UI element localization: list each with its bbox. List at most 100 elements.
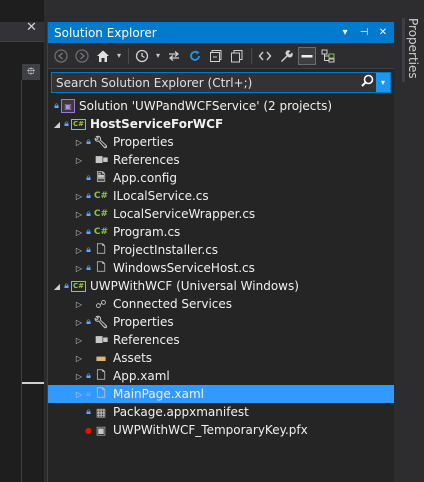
csharp-project-icon: C# — [71, 280, 86, 292]
expand-chevron-icon[interactable]: ▷ — [74, 228, 84, 237]
tree-item-ilocalservice[interactable]: ▷ 🔒︎ C# ILocalService.cs — [48, 187, 394, 205]
tree-item-properties[interactable]: ▷ 🔒︎ 🔧︎ Properties — [48, 313, 394, 331]
expand-chevron-icon[interactable]: ▷ — [74, 300, 84, 309]
expand-chevron-icon[interactable]: ▷ — [74, 156, 84, 165]
window-position-dropdown-icon[interactable]: ▾ — [337, 27, 353, 38]
folder-icon: ▬ — [95, 351, 107, 365]
item-label: ILocalService.cs — [113, 189, 209, 203]
lock-icon: 🔒︎ — [86, 371, 91, 381]
expand-chevron-icon[interactable]: ▷ — [74, 318, 84, 327]
search-icon[interactable] — [358, 74, 376, 91]
lock-icon: 🔒︎ — [86, 173, 91, 183]
certificate-file-icon: ▣ — [95, 423, 107, 437]
auto-hide-pin-icon[interactable]: ⊣ — [356, 27, 372, 38]
csharp-project-icon: C# — [71, 118, 86, 130]
close-panel-icon[interactable]: ✕ — [375, 27, 391, 38]
tree-item-project-uwpwithwcf[interactable]: ◢ 🔒︎ C# UWPWithWCF (Universal Windows) — [48, 277, 394, 295]
expand-chevron-icon[interactable]: ▷ — [74, 390, 84, 399]
toolbar-separator — [251, 47, 252, 64]
copy-icon[interactable] — [228, 47, 246, 65]
item-label: References — [113, 153, 180, 167]
tree-item-projectinstaller[interactable]: ▷ 🔒︎ 🗋 ProjectInstaller.cs — [48, 241, 394, 259]
expand-chevron-icon[interactable]: ▷ — [74, 210, 84, 219]
panel-title: Solution Explorer — [54, 25, 157, 40]
editor-close-icon[interactable]: ✕ — [26, 20, 37, 35]
tree-item-windowsservicehost[interactable]: ▷ 🔒︎ 🗋 WindowsServiceHost.cs — [48, 259, 394, 277]
forward-icon[interactable] — [73, 47, 91, 65]
search-options-dropdown[interactable]: ▾ — [376, 73, 390, 92]
wrench-icon: 🔧︎ — [93, 315, 109, 329]
editor-scroll-marker — [22, 382, 44, 384]
lock-icon: 🔒︎ — [86, 137, 91, 147]
item-label: Properties — [113, 135, 174, 149]
back-icon[interactable] — [52, 47, 70, 65]
lock-icon: 🔒︎ — [86, 263, 91, 273]
component-file-icon: 🗋 — [96, 242, 106, 256]
properties-side-tab[interactable]: Properties — [402, 18, 420, 82]
expand-chevron-icon[interactable]: ▷ — [74, 264, 84, 273]
class-view-icon[interactable] — [319, 47, 337, 65]
tree-item-references[interactable]: ▷ ■▪ References — [48, 151, 394, 169]
expand-chevron-icon[interactable]: ▷ — [74, 138, 84, 147]
item-label: App.xaml — [113, 369, 170, 383]
lock-icon: 🔒︎ — [54, 101, 59, 111]
tree-item-mainpage-xaml[interactable]: ▷ 🔒︎ 🗋 MainPage.xaml — [48, 385, 394, 403]
lock-icon: 🔒︎ — [86, 191, 91, 201]
expand-chevron-icon[interactable]: ▷ — [74, 354, 84, 363]
item-label: Assets — [113, 351, 153, 365]
properties-wrench-icon[interactable] — [277, 47, 295, 65]
csharp-file-icon: C# — [93, 209, 109, 219]
csharp-file-icon: C# — [93, 227, 109, 237]
project-label: HostServiceForWCF — [90, 117, 224, 131]
item-label: Package.appxmanifest — [113, 405, 249, 419]
tree-item-project-hostservice[interactable]: ◢ 🔒︎ C# HostServiceForWCF — [48, 115, 394, 133]
tree-item-temporary-key[interactable]: ● ▣ UWPWithWCF_TemporaryKey.pfx — [48, 421, 394, 439]
editor-dropdown[interactable] — [0, 22, 44, 42]
expand-chevron-icon[interactable]: ▷ — [74, 246, 84, 255]
item-label: Connected Services — [113, 297, 233, 311]
tree-item-assets[interactable]: ▷ ▬ Assets — [48, 349, 394, 367]
references-icon: ■▪ — [94, 335, 109, 345]
expand-chevron-icon[interactable]: ▷ — [74, 192, 84, 201]
tree-item-connected-services[interactable]: ▷ ☍ Connected Services — [48, 295, 394, 313]
tree-item-localservicewrapper[interactable]: ▷ 🔒︎ C# LocalServiceWrapper.cs — [48, 205, 394, 223]
wrench-icon: 🔧︎ — [93, 135, 109, 149]
collapse-all-icon[interactable] — [207, 47, 225, 65]
item-label: Properties — [113, 315, 174, 329]
preview-selected-items-icon[interactable] — [298, 46, 316, 65]
refresh-icon[interactable] — [186, 47, 204, 65]
item-label: App.config — [113, 171, 177, 185]
tree-item-app-config[interactable]: 🔒︎ 🗎 App.config — [48, 169, 394, 187]
collapse-chevron-icon[interactable]: ◢ — [52, 282, 62, 291]
pending-add-icon: ● — [85, 425, 92, 435]
history-icon[interactable] — [133, 47, 151, 65]
tree-item-solution[interactable]: 🔒︎ ▣ Solution 'UWPandWCFService' (2 proj… — [48, 97, 394, 115]
item-label: Program.cs — [113, 225, 181, 239]
toolbar-separator — [128, 47, 129, 64]
lock-icon: 🔒︎ — [64, 281, 69, 291]
search-input[interactable] — [52, 73, 358, 92]
tree-item-properties[interactable]: ▷ 🔒︎ 🔧︎ Properties — [48, 133, 394, 151]
expand-chevron-icon[interactable]: ▷ — [74, 372, 84, 381]
tree-item-app-xaml[interactable]: ▷ 🔒︎ 🗋 App.xaml — [48, 367, 394, 385]
dropdown-icon[interactable]: ▾ — [115, 47, 123, 65]
panel-toolbar: ▾ ▾ — [48, 43, 394, 69]
collapse-chevron-icon[interactable]: ◢ — [52, 120, 62, 129]
item-label: WindowsServiceHost.cs — [113, 261, 255, 275]
sync-icon[interactable] — [165, 47, 183, 65]
expand-chevron-icon[interactable]: ▷ — [74, 336, 84, 345]
xaml-file-icon: 🗋 — [96, 386, 106, 400]
item-label: UWPWithWCF_TemporaryKey.pfx — [113, 423, 308, 437]
tree-item-references[interactable]: ▷ ■▪ References — [48, 331, 394, 349]
item-label: MainPage.xaml — [113, 387, 204, 401]
panel-titlebar[interactable]: Solution Explorer ▾ ⊣ ✕ — [48, 22, 394, 43]
csharp-file-icon: C# — [93, 191, 109, 201]
pending-changes-dropdown-icon[interactable]: ▾ — [154, 47, 162, 65]
split-editor-icon[interactable]: ⯐ — [22, 64, 40, 80]
tree-item-package-manifest[interactable]: 🔒︎ ▦ Package.appxmanifest — [48, 403, 394, 421]
item-label: LocalServiceWrapper.cs — [113, 207, 256, 221]
lock-icon: 🔒︎ — [86, 317, 91, 327]
code-view-icon[interactable] — [256, 47, 274, 65]
home-icon[interactable] — [94, 47, 112, 65]
tree-item-program[interactable]: ▷ 🔒︎ C# Program.cs — [48, 223, 394, 241]
